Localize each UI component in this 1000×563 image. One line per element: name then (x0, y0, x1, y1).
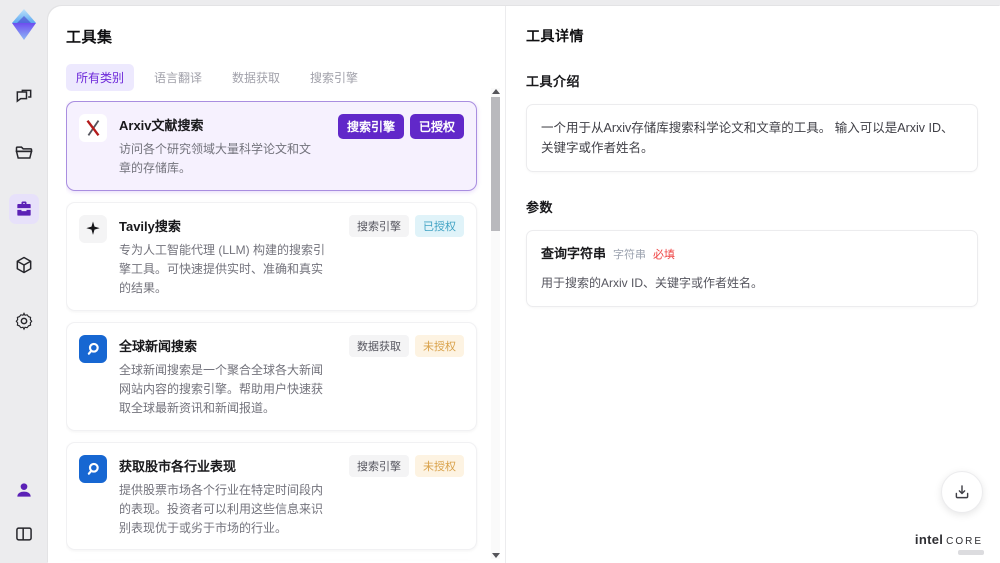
main-card: 工具集 所有类别 语言翻译 数据获取 搜索引擎 Arxiv文献搜索 访问各个研究领域大… (48, 6, 1000, 563)
param-type: 字符串 (613, 249, 647, 261)
tool-name: Tavily搜索 (119, 218, 181, 234)
page-title: 工具集 (66, 29, 113, 46)
download-button[interactable] (941, 471, 983, 513)
tool-description: 专为人工智能代理 (LLM) 构建的搜索引擎工具。可快速提供实时、准确和真实的结… (119, 242, 326, 295)
intel-sub-badge (958, 550, 984, 555)
tool-name: 获取股市各行业表现 (119, 458, 237, 474)
tab-2[interactable]: 数据获取 (222, 64, 290, 91)
tool-description: 访问各个研究领域大量科学论文和文章的存储库。 (119, 142, 312, 175)
category-tag: 数据获取 (349, 334, 409, 357)
auth-status-tag: 未授权 (415, 334, 464, 357)
auth-status-tag: 已授权 (415, 214, 464, 237)
list-scrollbar[interactable] (491, 88, 500, 559)
scroll-down-arrow-icon[interactable] (492, 553, 500, 558)
tool-info: 获取股市各行业表现 提供股票市场各个行业在特定时间段内的表现。投资者可以利用这些… (119, 455, 337, 538)
app-window: 工具集 所有类别 语言翻译 数据获取 搜索引擎 Arxiv文献搜索 访问各个研究领域大… (0, 0, 1000, 563)
tab-0[interactable]: 所有类别 (66, 64, 135, 91)
tool-info: Arxiv文献搜索 访问各个研究领域大量科学论文和文章的存储库。 (119, 114, 326, 178)
tool-list-item[interactable]: Tavily搜索 专为人工智能代理 (LLM) 构建的搜索引擎工具。可快速提供实… (66, 201, 477, 311)
param-description: 用于搜索的Arxiv ID、关键字或作者姓名。 (541, 275, 764, 290)
scroll-up-arrow-icon[interactable] (492, 89, 500, 94)
package-icon[interactable] (9, 250, 39, 280)
left-rail (0, 0, 48, 563)
category-tag: 搜索引擎 (349, 214, 409, 237)
settings-gear-icon[interactable] (9, 306, 39, 336)
panel-toggle-icon[interactable] (9, 519, 39, 549)
tool-list-item[interactable]: 全球新闻搜索 全球新闻搜索是一个聚合全球各大新闻网站内容的搜索引擎。帮助用户快速… (66, 321, 477, 431)
tool-tags: 搜索引擎 已授权 (349, 214, 464, 298)
tool-description: 全球新闻搜索是一个聚合全球各大新闻网站内容的搜索引擎。帮助用户快速获取全球最新资… (119, 362, 324, 415)
folder-icon[interactable] (9, 138, 39, 168)
user-icon[interactable] (9, 475, 39, 505)
tool-info: Tavily搜索 专为人工智能代理 (LLM) 构建的搜索引擎工具。可快速提供实… (119, 215, 337, 298)
tool-detail-panel: 工具详情 工具介绍 一个用于从Arxiv存储库搜索科学论文和文章的工具。 输入可… (505, 6, 1000, 563)
tool-list-panel: 工具集 所有类别 语言翻译 数据获取 搜索引擎 Arxiv文献搜索 访问各个研究领域大… (48, 6, 505, 563)
category-tag: 搜索引擎 (337, 114, 404, 139)
chat-icon[interactable] (9, 82, 39, 112)
scrollbar-thumb[interactable] (491, 97, 500, 231)
tab-3[interactable]: 搜索引擎 (300, 64, 368, 91)
app-logo-icon (9, 8, 39, 42)
toolbox-icon[interactable] (9, 194, 39, 224)
intro-heading: 工具介绍 (526, 74, 581, 89)
param-required-badge: 必填 (653, 249, 676, 261)
tool-info: 全球新闻搜索 全球新闻搜索是一个聚合全球各大新闻网站内容的搜索引擎。帮助用户快速… (119, 335, 337, 418)
params-heading: 参数 (526, 200, 554, 215)
tool-tags: 数据获取 未授权 (349, 334, 464, 418)
tool-tags: 搜索引擎 已授权 (337, 114, 464, 178)
tool-list-item[interactable]: 获取股市各行业表现 提供股票市场各个行业在特定时间段内的表现。投资者可以利用这些… (66, 441, 477, 551)
intel-word: intel (914, 532, 944, 547)
rail-nav (9, 82, 39, 336)
tool-icon (79, 454, 107, 483)
tool-list: Arxiv文献搜索 访问各个研究领域大量科学论文和文章的存储库。 搜索引擎 已授… (66, 101, 483, 561)
param-name: 查询字符串 (541, 246, 607, 261)
tool-description: 提供股票市场各个行业在特定时间段内的表现。投资者可以利用这些信息来识别表现优于或… (119, 482, 324, 535)
auth-status-tag: 未授权 (415, 454, 464, 477)
category-tag: 搜索引擎 (349, 454, 409, 477)
category-tabs: 所有类别 语言翻译 数据获取 搜索引擎 (66, 64, 483, 91)
download-icon (955, 485, 969, 499)
tool-icon (79, 214, 107, 243)
tool-list-item[interactable]: Arxiv文献搜索 访问各个研究领域大量科学论文和文章的存储库。 搜索引擎 已授… (66, 101, 477, 191)
detail-title: 工具详情 (526, 28, 584, 44)
tool-name: Arxiv文献搜索 (119, 118, 204, 133)
param-box: 查询字符串 字符串 必填 用于搜索的Arxiv ID、关键字或作者姓名。 (526, 230, 978, 307)
intel-core-logo: intel CORE (910, 532, 988, 555)
tool-tags: 搜索引擎 未授权 (349, 454, 464, 538)
core-word: CORE (946, 536, 984, 547)
rail-bottom (9, 475, 39, 549)
tool-icon (79, 334, 107, 363)
auth-status-tag: 已授权 (409, 114, 464, 139)
intel-wordmark: intel CORE (910, 532, 988, 547)
tool-name: 全球新闻搜索 (119, 338, 198, 354)
param-header: 查询字符串 字符串 必填 (541, 244, 963, 265)
tool-icon (79, 114, 107, 142)
intro-box: 一个用于从Arxiv存储库搜索科学论文和文章的工具。 输入可以是Arxiv ID… (526, 104, 978, 172)
tab-1[interactable]: 语言翻译 (144, 64, 212, 91)
